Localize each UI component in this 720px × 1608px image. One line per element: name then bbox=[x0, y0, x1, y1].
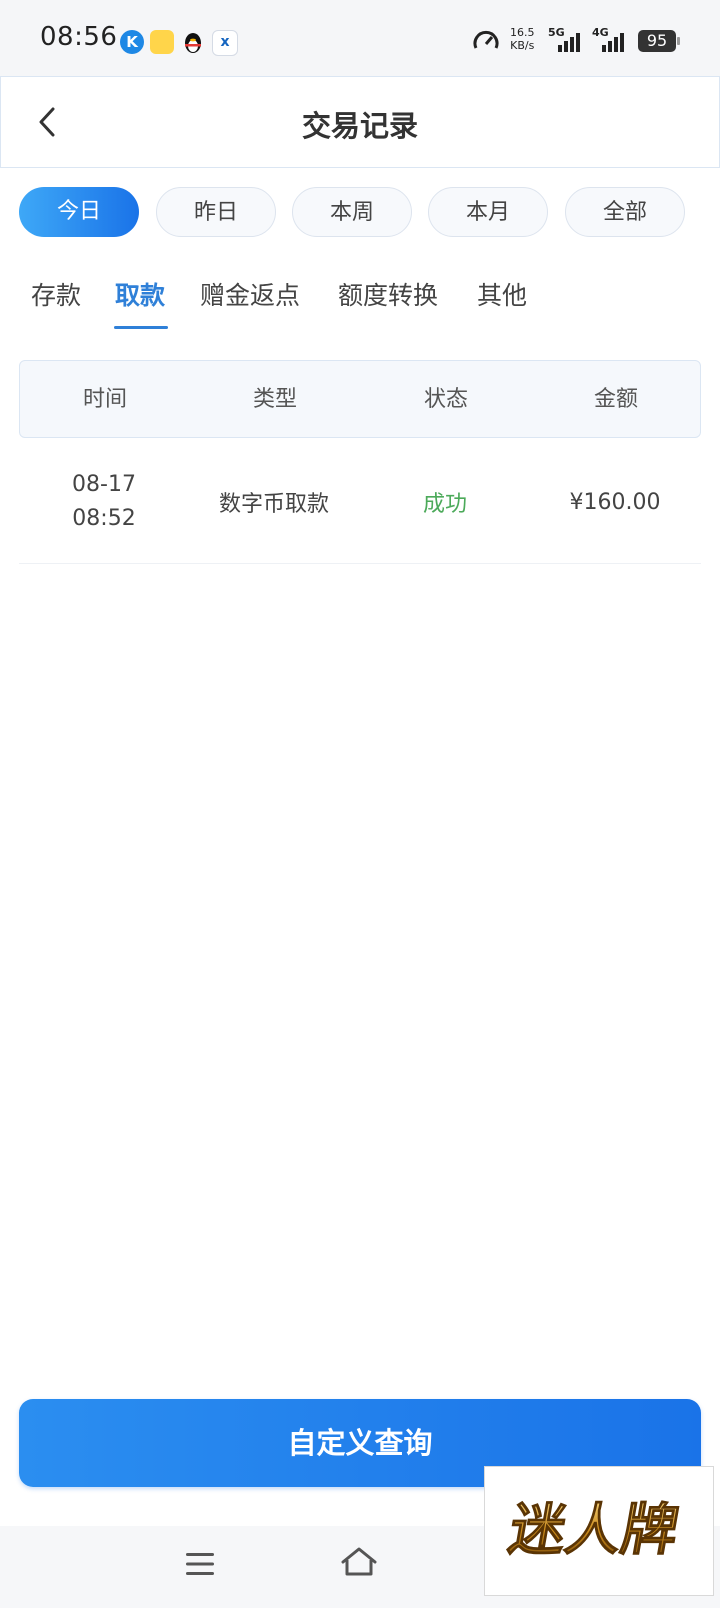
signal-5g-icon: 5G bbox=[548, 26, 580, 54]
column-type: 类型 bbox=[252, 387, 297, 412]
net-speed-unit: KB/s bbox=[510, 39, 535, 52]
cell-type: 数字币取款 bbox=[218, 492, 329, 517]
svg-text:迷人牌: 迷人牌 bbox=[504, 1498, 683, 1563]
active-tab-indicator bbox=[114, 326, 168, 329]
cell-status: 成功 bbox=[422, 492, 467, 517]
status-time: 08:56 bbox=[40, 22, 118, 52]
menu-icon[interactable] bbox=[184, 1550, 216, 1578]
period-all[interactable]: 全部 bbox=[565, 187, 685, 237]
period-yesterday[interactable]: 昨日 bbox=[156, 187, 276, 237]
period-this-week[interactable]: 本周 bbox=[292, 187, 412, 237]
tab-quota-transfer[interactable]: 额度转换 bbox=[338, 276, 438, 312]
category-tabs: 存款 取款 赠金返点 额度转换 其他 bbox=[0, 262, 720, 330]
watermark-logo: 迷人牌 bbox=[484, 1466, 714, 1596]
cell-clock: 08:52 bbox=[72, 506, 136, 531]
table-header: 时间 类型 状态 金额 bbox=[19, 360, 701, 438]
column-time: 时间 bbox=[82, 387, 127, 412]
table-row[interactable]: 08-17 08:52 数字币取款 成功 ¥160.00 bbox=[19, 440, 701, 564]
column-status: 状态 bbox=[423, 387, 468, 412]
battery-icon: 95 bbox=[638, 30, 676, 52]
watermark-graphic: 迷人牌 bbox=[504, 1498, 684, 1564]
page-header: 交易记录 bbox=[0, 76, 720, 168]
x-app-icon: x bbox=[212, 30, 238, 56]
period-filter: 今日 昨日 本周 本月 全部 bbox=[19, 187, 701, 239]
cell-time: 08-17 08:52 bbox=[19, 440, 189, 564]
notes-app-icon bbox=[150, 30, 174, 54]
column-amount: 金额 bbox=[593, 387, 638, 412]
status-bar: 08:56 K x 16.5 KB/s 5G 4G 95 bbox=[0, 0, 720, 76]
net-speed-value: 16.5 bbox=[510, 26, 535, 39]
speedometer-icon bbox=[473, 30, 499, 49]
tab-other[interactable]: 其他 bbox=[477, 276, 527, 312]
k-app-icon: K bbox=[120, 30, 144, 54]
tab-withdraw[interactable]: 取款 bbox=[115, 276, 165, 312]
cell-date: 08-17 bbox=[72, 472, 136, 497]
tab-bonus-rebate[interactable]: 赠金返点 bbox=[200, 276, 300, 312]
signal-4g-icon: 4G bbox=[592, 26, 626, 54]
home-icon[interactable] bbox=[339, 1544, 379, 1580]
period-this-month[interactable]: 本月 bbox=[428, 187, 548, 237]
period-today[interactable]: 今日 bbox=[19, 187, 139, 237]
qq-penguin-icon bbox=[181, 30, 205, 54]
network-speed: 16.5 KB/s bbox=[510, 26, 535, 52]
battery-tip bbox=[677, 37, 680, 45]
tab-deposit[interactable]: 存款 bbox=[31, 276, 81, 312]
cell-amount: ¥160.00 bbox=[569, 489, 661, 515]
page-title: 交易记录 bbox=[301, 109, 418, 143]
